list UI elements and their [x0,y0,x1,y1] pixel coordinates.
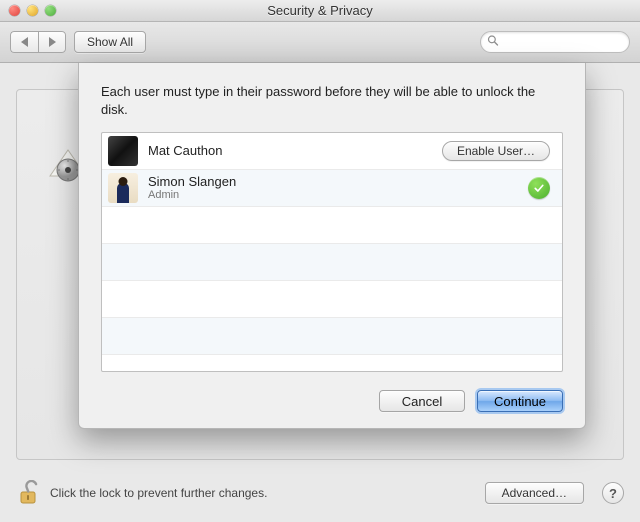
sheet-button-row: Cancel Continue [101,390,563,412]
window-controls [0,5,56,16]
close-window-button[interactable] [9,5,20,16]
zoom-window-button[interactable] [45,5,56,16]
user-subtitle: Admin [148,189,236,201]
titlebar: Security & Privacy [0,0,640,22]
user-info: Simon Slangen Admin [148,175,236,201]
empty-row [102,281,562,318]
forward-button[interactable] [38,31,66,53]
nav-segmented [10,31,66,53]
avatar [108,173,138,203]
search-icon [487,35,499,50]
enable-user-button[interactable]: Enable User… [442,141,550,161]
user-row[interactable]: Simon Slangen Admin [102,170,562,207]
window-title: Security & Privacy [0,3,640,18]
advanced-button[interactable]: Advanced… [485,482,584,504]
user-row[interactable]: Mat Cauthon Enable User… [102,133,562,170]
user-name: Simon Slangen [148,175,236,189]
enabled-check-icon [528,177,550,199]
user-name: Mat Cauthon [148,144,222,158]
show-all-button[interactable]: Show All [74,31,146,53]
empty-row [102,244,562,281]
enable-users-sheet: Each user must type in their password be… [78,63,586,429]
minimize-window-button[interactable] [27,5,38,16]
content-area: Each user must type in their password be… [0,63,640,522]
continue-button[interactable]: Continue [477,390,563,412]
back-button[interactable] [10,31,38,53]
empty-row [102,318,562,355]
cancel-button[interactable]: Cancel [379,390,465,412]
lock-control[interactable]: Click the lock to prevent further change… [16,480,267,506]
avatar [108,136,138,166]
unlocked-lock-icon [16,480,42,506]
chevron-left-icon [21,37,28,47]
bottom-bar: Click the lock to prevent further change… [0,464,640,522]
search-input[interactable] [503,35,623,49]
user-list: Mat Cauthon Enable User… Simon Slangen A… [101,132,563,372]
sheet-message: Each user must type in their password be… [101,83,563,118]
chevron-right-icon [49,37,56,47]
user-info: Mat Cauthon [148,144,222,158]
search-field[interactable] [480,31,630,53]
help-button[interactable]: ? [602,482,624,504]
toolbar: Show All [0,22,640,63]
lock-text: Click the lock to prevent further change… [50,486,267,500]
empty-row [102,207,562,244]
